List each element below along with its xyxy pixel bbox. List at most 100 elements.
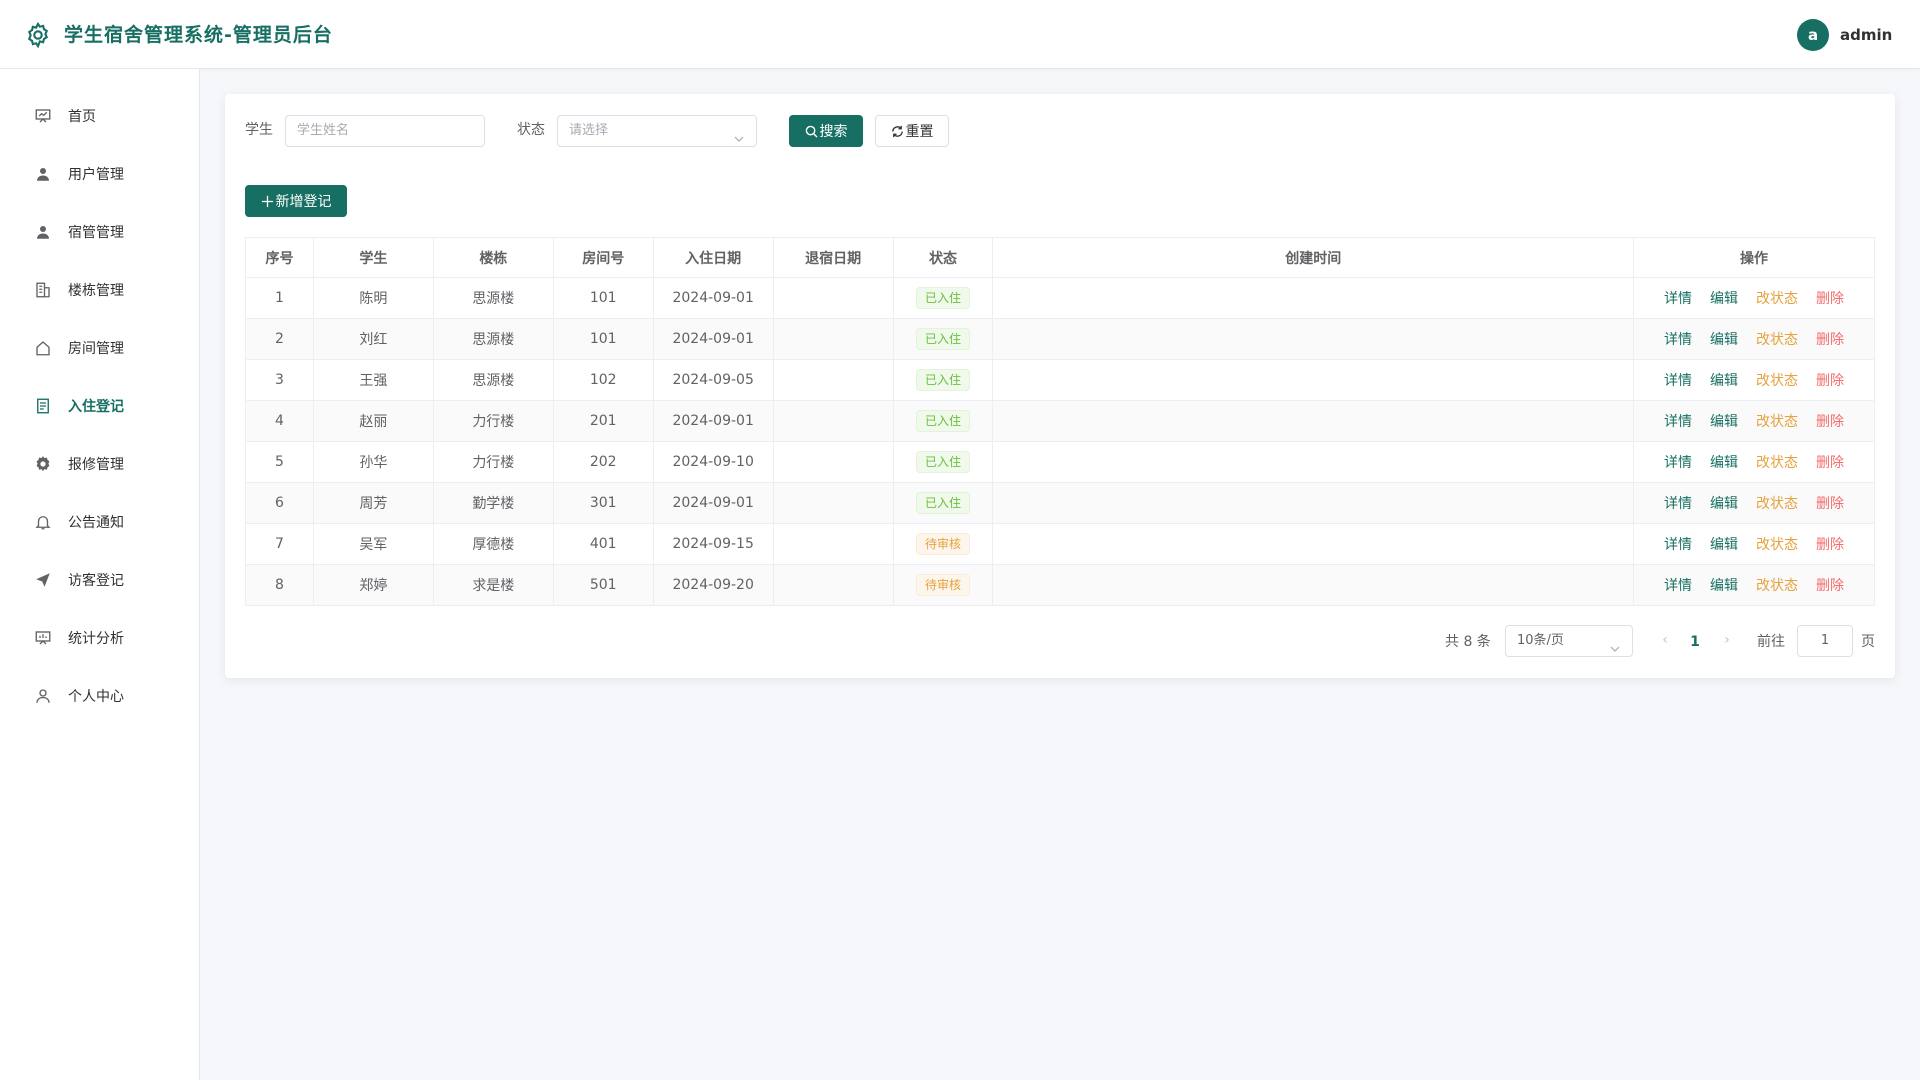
edit-link[interactable]: 编辑 xyxy=(1710,575,1738,595)
edit-link[interactable]: 编辑 xyxy=(1710,534,1738,554)
reset-button[interactable]: 重置 xyxy=(875,115,949,147)
room-number-cell: 101 xyxy=(552,318,654,360)
row-index-cell: 5 xyxy=(245,441,314,483)
sidebar-item-repairs[interactable]: 报修管理 xyxy=(0,435,199,493)
edit-link[interactable]: 编辑 xyxy=(1710,288,1738,308)
checkin-date-cell: 2024-09-01 xyxy=(652,482,774,524)
table-row: 4 赵丽 力行楼 201 2024-09-01 已入住 详情 编辑 改状态 删除 xyxy=(245,400,1875,442)
edit-link[interactable]: 编辑 xyxy=(1710,370,1738,390)
detail-link[interactable]: 详情 xyxy=(1664,452,1692,472)
detail-link[interactable]: 详情 xyxy=(1664,411,1692,431)
goto-page-input[interactable]: 1 xyxy=(1797,625,1853,657)
username[interactable]: admin xyxy=(1840,25,1892,45)
detail-link[interactable]: 详情 xyxy=(1664,329,1692,349)
column-header[interactable]: 序号 xyxy=(245,237,314,278)
change-status-link[interactable]: 改状态 xyxy=(1756,575,1798,595)
edit-link[interactable]: 编辑 xyxy=(1710,493,1738,513)
status-cell: 已入住 xyxy=(892,277,994,319)
checkout-date-cell xyxy=(772,318,894,360)
student-name-cell: 王强 xyxy=(312,359,434,401)
change-status-link[interactable]: 改状态 xyxy=(1756,288,1798,308)
send-icon xyxy=(34,571,52,589)
created-time-cell xyxy=(992,359,1635,401)
created-time-cell xyxy=(992,318,1635,360)
delete-link[interactable]: 删除 xyxy=(1816,411,1844,431)
row-index-cell: 7 xyxy=(245,523,314,565)
gear-icon xyxy=(34,455,52,473)
checkin-date-cell: 2024-09-20 xyxy=(652,564,774,606)
chart-board-icon xyxy=(34,629,52,647)
change-status-link[interactable]: 改状态 xyxy=(1756,329,1798,349)
search-button[interactable]: 搜索 xyxy=(789,115,863,147)
sidebar-item-label: 房间管理 xyxy=(68,341,124,357)
detail-link[interactable]: 详情 xyxy=(1664,288,1692,308)
detail-link[interactable]: 详情 xyxy=(1664,493,1692,513)
room-number-cell: 101 xyxy=(552,277,654,319)
house-icon xyxy=(34,339,52,357)
sidebar-item-home[interactable]: 首页 xyxy=(0,87,199,145)
page-number-current[interactable]: 1 xyxy=(1685,632,1705,652)
column-header[interactable]: 入住日期 xyxy=(652,237,774,278)
change-status-link[interactable]: 改状态 xyxy=(1756,370,1798,390)
edit-link[interactable]: 编辑 xyxy=(1710,411,1738,431)
delete-link[interactable]: 删除 xyxy=(1816,370,1844,390)
checkin-date-cell: 2024-09-15 xyxy=(652,523,774,565)
avatar[interactable]: a xyxy=(1797,19,1829,51)
sidebar-item-label: 报修管理 xyxy=(68,457,124,473)
column-header[interactable]: 状态 xyxy=(892,237,994,278)
row-index-cell: 1 xyxy=(245,277,314,319)
sidebar-item-checkin[interactable]: 入住登记 xyxy=(0,377,199,435)
column-header[interactable]: 学生 xyxy=(312,237,434,278)
operations-cell: 详情 编辑 改状态 删除 xyxy=(1633,564,1875,606)
row-actions: 详情 编辑 改状态 删除 xyxy=(1634,288,1874,308)
sidebar-item-users[interactable]: 用户管理 xyxy=(0,145,199,203)
change-status-link[interactable]: 改状态 xyxy=(1756,452,1798,472)
edit-link[interactable]: 编辑 xyxy=(1710,329,1738,349)
sidebar-item-dorm-managers[interactable]: 宿管管理 xyxy=(0,203,199,261)
row-index-cell: 4 xyxy=(245,400,314,442)
next-page-button[interactable]: › xyxy=(1719,632,1735,648)
sidebar: 首页 用户管理 宿管管理 楼栋管理 房间管理 入住登记 报修管理 公告通知 访客… xyxy=(0,69,200,1080)
sidebar-item-profile[interactable]: 个人中心 xyxy=(0,667,199,725)
detail-link[interactable]: 详情 xyxy=(1664,575,1692,595)
row-index-cell: 2 xyxy=(245,318,314,360)
chevron-down-icon xyxy=(1610,636,1620,652)
sidebar-item-buildings[interactable]: 楼栋管理 xyxy=(0,261,199,319)
column-header[interactable]: 退宿日期 xyxy=(772,237,894,278)
pagination-total: 共 8 条 xyxy=(1445,634,1491,650)
sidebar-item-rooms[interactable]: 房间管理 xyxy=(0,319,199,377)
sidebar-item-visitors[interactable]: 访客登记 xyxy=(0,551,199,609)
created-time-cell xyxy=(992,277,1635,319)
page-size-select[interactable]: 10条/页 xyxy=(1505,625,1633,657)
status-badge: 待审核 xyxy=(916,574,971,596)
delete-link[interactable]: 删除 xyxy=(1816,452,1844,472)
delete-link[interactable]: 删除 xyxy=(1816,575,1844,595)
app-title: 学生宿舍管理系统-管理员后台 xyxy=(64,24,333,46)
room-number-cell: 301 xyxy=(552,482,654,524)
status-select[interactable]: 请选择 xyxy=(557,115,757,147)
delete-link[interactable]: 删除 xyxy=(1816,493,1844,513)
column-header[interactable]: 操作 xyxy=(1633,237,1875,278)
delete-link[interactable]: 删除 xyxy=(1816,329,1844,349)
add-checkin-button[interactable]: 新增登记 xyxy=(245,185,347,217)
sidebar-item-notices[interactable]: 公告通知 xyxy=(0,493,199,551)
detail-link[interactable]: 详情 xyxy=(1664,370,1692,390)
operations-cell: 详情 编辑 改状态 删除 xyxy=(1633,318,1875,360)
detail-link[interactable]: 详情 xyxy=(1664,534,1692,554)
sidebar-item-statistics[interactable]: 统计分析 xyxy=(0,609,199,667)
change-status-link[interactable]: 改状态 xyxy=(1756,411,1798,431)
delete-link[interactable]: 删除 xyxy=(1816,534,1844,554)
column-header[interactable]: 房间号 xyxy=(552,237,654,278)
column-header[interactable]: 楼栋 xyxy=(432,237,554,278)
search-icon xyxy=(805,125,818,138)
delete-link[interactable]: 删除 xyxy=(1816,288,1844,308)
sidebar-item-label: 入住登记 xyxy=(68,399,124,415)
change-status-link[interactable]: 改状态 xyxy=(1756,493,1798,513)
plus-icon xyxy=(261,195,273,207)
edit-link[interactable]: 编辑 xyxy=(1710,452,1738,472)
column-header[interactable]: 创建时间 xyxy=(992,237,1635,278)
student-search-input[interactable]: 学生姓名 xyxy=(285,115,485,147)
change-status-link[interactable]: 改状态 xyxy=(1756,534,1798,554)
building-name-cell: 力行楼 xyxy=(432,400,554,442)
prev-page-button[interactable]: ‹ xyxy=(1657,632,1673,648)
